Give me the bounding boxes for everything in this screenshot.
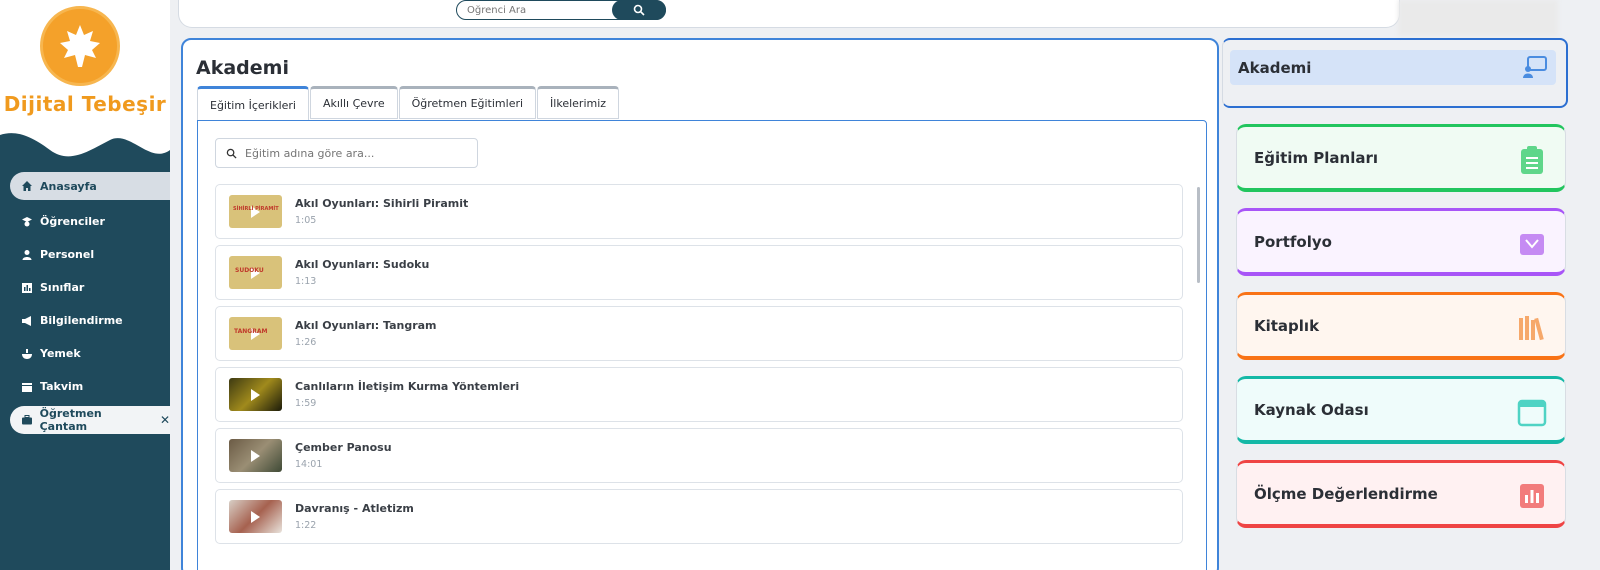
home-icon [20,179,34,193]
item-duration: 1:05 [295,215,317,226]
sidebar-item-siniflar[interactable]: Sınıflar [0,271,170,304]
sidebar-item-yemek[interactable]: Yemek [0,337,170,370]
meal-icon [20,347,34,361]
video-thumbnail[interactable]: SİHİRLİ PİRAMİT [229,195,282,228]
training-search [215,138,478,168]
sidebar-item-bilgilendirme[interactable]: Bilgilendirme [0,304,170,337]
sidebar-item-ogrenciler[interactable]: Öğrenciler [0,205,170,238]
item-duration: 1:13 [295,276,317,287]
close-icon[interactable]: ✕ [160,413,170,427]
search-icon [226,148,237,159]
item-title: Akıl Oyunları: Sudoku [295,258,430,271]
card-egitim-planlari[interactable]: Eğitim Planları [1236,124,1566,192]
books-icon [1517,313,1547,343]
card-akademi[interactable]: Akademi [1230,50,1556,85]
sidebar-item-ogretmen-cantam[interactable]: Öğretmen Çantam ✕ [10,406,170,434]
video-thumbnail[interactable] [229,500,282,533]
card-label: Ölçme Değerlendirme [1254,484,1438,503]
logo[interactable] [40,6,120,86]
list-scrollbar[interactable] [1197,187,1200,283]
search-icon [633,4,645,16]
video-thumbnail[interactable] [229,439,282,472]
list-item[interactable]: SİHİRLİ PİRAMİT Akıl Oyunları: Sihirli P… [215,184,1183,239]
tab-content: SİHİRLİ PİRAMİT Akıl Oyunları: Sihirli P… [197,120,1207,570]
sidebar-item-takvim[interactable]: Takvim [0,370,170,403]
classes-icon [20,281,34,295]
clipboard-icon [1517,145,1547,175]
video-thumbnail[interactable]: TANGRAM [229,317,282,350]
play-icon [251,510,260,523]
sidebar-item-label: Sınıflar [40,281,85,294]
portfolio-icon [1517,229,1547,259]
sidebar-nav: Anasayfa Öğrenciler Personel Sınıflar Bi… [0,172,170,434]
student-search-button[interactable] [612,0,666,20]
sidebar-item-label: Bilgilendirme [40,314,123,327]
list-item[interactable]: Çember Panosu 14:01 [215,428,1183,483]
sidebar-item-label: Öğretmen Çantam [39,407,102,433]
item-duration: 14:01 [295,459,323,470]
list-item[interactable]: Canlıların İletişim Kurma Yöntemleri 1:5… [215,367,1183,422]
item-title: Davranış - Atletizm [295,502,414,515]
card-label: Eğitim Planları [1254,148,1379,167]
student-search-input[interactable] [457,4,612,16]
video-thumbnail[interactable] [229,378,282,411]
top-bar [178,0,1400,28]
training-search-input[interactable] [245,146,465,160]
card-label: Portfolyo [1254,232,1332,251]
user-profile-area[interactable] [1398,0,1558,36]
item-title: Çember Panosu [295,441,392,454]
list-item[interactable]: TANGRAM Akıl Oyunları: Tangram 1:26 [215,306,1183,361]
briefcase-icon [20,413,34,427]
card-olcme-degerlendirme[interactable]: Ölçme Değerlendirme [1236,460,1566,528]
item-title: Akıl Oyunları: Tangram [295,319,437,332]
card-label: Kitaplık [1254,316,1320,335]
thumbnail-text: TANGRAM [234,328,268,335]
main-panel: Akademi Eğitim İçerikleri Akıllı Çevre Ö… [181,38,1219,570]
sidebar: Dijital Tebeşir Anasayfa Öğrenciler Pers… [0,0,170,570]
thumbnail-text: SİHİRLİ PİRAMİT [233,206,279,212]
card-label: Akademi [1238,58,1312,77]
megaphone-icon [20,314,34,328]
personnel-icon [20,248,34,262]
sidebar-item-label: Öğrenciler [40,215,105,228]
brand-name: Dijital Tebeşir [3,92,167,116]
video-thumbnail[interactable]: SUDOKU [229,256,282,289]
card-label: Kaynak Odası [1254,400,1369,419]
item-duration: 1:59 [295,398,317,409]
thumbnail-text: SUDOKU [235,267,264,274]
sidebar-item-label: Anasayfa [40,179,97,193]
card-portfolyo[interactable]: Portfolyo [1236,208,1566,276]
list-item[interactable]: SUDOKU Akıl Oyunları: Sudoku 1:13 [215,245,1183,300]
sidebar-item-label: Takvim [40,380,84,393]
play-icon [251,449,260,462]
sidebar-item-label: Yemek [40,347,81,360]
sidebar-item-personel[interactable]: Personel [0,238,170,271]
item-duration: 1:22 [295,520,317,531]
maple-leaf-icon [60,25,100,67]
card-kitaplik[interactable]: Kitaplık [1236,292,1566,360]
sidebar-item-anasayfa[interactable]: Anasayfa [10,172,170,200]
page-title: Akademi [196,57,289,79]
academy-icon [1522,55,1548,83]
training-list: SİHİRLİ PİRAMİT Akıl Oyunları: Sihirli P… [215,184,1183,550]
sidebar-item-label: Personel [40,248,95,261]
item-duration: 1:26 [295,337,317,348]
calendar-icon [20,380,34,394]
play-icon [251,388,260,401]
calendar-icon [1517,397,1547,427]
tab-bar: Eğitim İçerikleri Akıllı Çevre Öğretmen … [197,86,620,121]
tab-ilkelerimiz[interactable]: İlkelerimiz [537,86,620,119]
students-icon [20,215,34,229]
student-search [456,0,666,20]
right-panel: Akademi Eğitim Planları Portfolyo Kitapl… [1222,38,1600,570]
tab-ogretmen-egitimleri[interactable]: Öğretmen Eğitimleri [398,86,537,119]
item-title: Canlıların İletişim Kurma Yöntemleri [295,380,520,393]
tab-egitim-icerikleri[interactable]: Eğitim İçerikleri [197,86,309,121]
item-title: Akıl Oyunları: Sihirli Piramit [295,197,469,210]
card-kaynak-odasi[interactable]: Kaynak Odası [1236,376,1566,444]
chart-icon [1517,481,1547,511]
tab-akilli-cevre[interactable]: Akıllı Çevre [309,86,398,119]
list-item[interactable]: Davranış - Atletizm 1:22 [215,489,1183,544]
